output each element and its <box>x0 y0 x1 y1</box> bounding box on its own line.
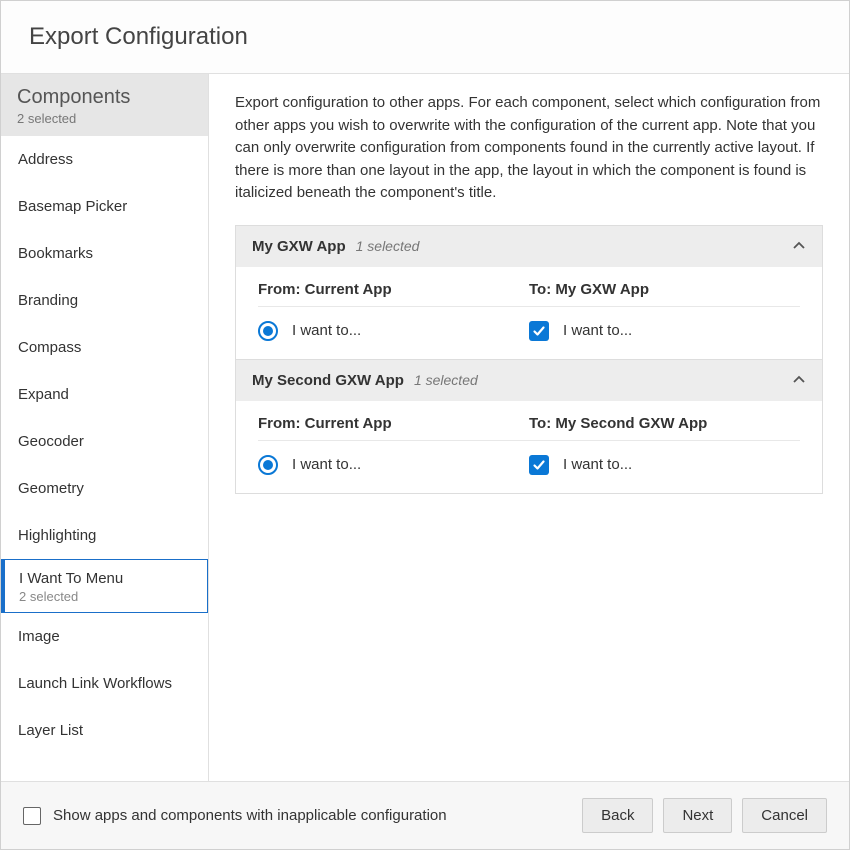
from-header: From: Current App <box>258 281 529 307</box>
description-text: Export configuration to other apps. For … <box>235 92 823 205</box>
dialog-footer: Show apps and components with inapplicab… <box>1 781 849 849</box>
to-header: To: My GXW App <box>529 281 800 307</box>
sidebar-item[interactable]: Geocoder <box>1 418 208 465</box>
back-button[interactable]: Back <box>582 798 653 833</box>
sidebar-item-label: Layer List <box>18 722 191 739</box>
from-header: From: Current App <box>258 415 529 441</box>
to-option-label: I want to... <box>563 456 632 473</box>
app-panel: My Second GXW App 1 selected From: Current… <box>235 360 823 494</box>
sidebar-item-label: Image <box>18 628 191 645</box>
sidebar-item[interactable]: Highlighting <box>1 512 208 559</box>
sidebar-item[interactable]: Branding <box>1 277 208 324</box>
sidebar-item-label: Geocoder <box>18 433 191 450</box>
sidebar-item[interactable]: Geometry <box>1 465 208 512</box>
chevron-up-icon <box>792 373 806 387</box>
sidebar-item[interactable]: Basemap Picker <box>1 183 208 230</box>
export-configuration-dialog: Export Configuration Components 2 select… <box>0 0 850 850</box>
checkbox-checked-icon[interactable] <box>529 455 549 475</box>
sidebar-item-label: Bookmarks <box>18 245 191 262</box>
sidebar-item-label: Compass <box>18 339 191 356</box>
sidebar-item[interactable]: Bookmarks <box>1 230 208 277</box>
footer-buttons: Back Next Cancel <box>582 798 827 833</box>
main-content: Export configuration to other apps. For … <box>209 74 849 781</box>
sidebar-item-label: Geometry <box>18 480 191 497</box>
dialog-title: Export Configuration <box>29 23 821 51</box>
show-inapplicable-text: Show apps and components with inapplicab… <box>53 807 447 824</box>
next-button[interactable]: Next <box>663 798 732 833</box>
sidebar-header: Components 2 selected <box>1 74 208 136</box>
sidebar-item-label: Address <box>18 151 191 168</box>
sidebar-item[interactable]: Address <box>1 136 208 183</box>
to-option[interactable]: I want to... <box>529 321 800 341</box>
sidebar-item[interactable]: Expand <box>1 371 208 418</box>
sidebar-item[interactable]: Image <box>1 613 208 660</box>
sidebar-list[interactable]: Address Basemap Picker Bookmarks Branding Co… <box>1 136 208 781</box>
sidebar-item-label: Expand <box>18 386 191 403</box>
panel-count: 1 selected <box>414 372 478 388</box>
to-option[interactable]: I want to... <box>529 455 800 475</box>
sidebar-item-label: Branding <box>18 292 191 309</box>
sidebar-item[interactable]: Launch Link Workflows <box>1 660 208 707</box>
panel-body: From: Current App I want to... To: My Seco… <box>236 401 822 493</box>
sidebar-item-sublabel: 2 selected <box>19 589 191 604</box>
panel-name: My GXW App <box>252 238 346 255</box>
to-option-label: I want to... <box>563 322 632 339</box>
dialog-body: Components 2 selected Address Basemap Pic… <box>1 74 849 781</box>
panel-count: 1 selected <box>356 238 420 254</box>
components-sidebar: Components 2 selected Address Basemap Pic… <box>1 74 209 781</box>
from-option-label: I want to... <box>292 456 361 473</box>
panel-header[interactable]: My GXW App 1 selected <box>236 226 822 267</box>
show-inapplicable-label[interactable]: Show apps and components with inapplicab… <box>23 807 447 825</box>
sidebar-item[interactable]: Layer List <box>1 707 208 754</box>
sidebar-item[interactable]: Compass <box>1 324 208 371</box>
checkbox-checked-icon[interactable] <box>529 321 549 341</box>
show-inapplicable-checkbox[interactable] <box>23 807 41 825</box>
radio-selected-icon[interactable] <box>258 455 278 475</box>
from-option[interactable]: I want to... <box>258 321 529 341</box>
radio-selected-icon[interactable] <box>258 321 278 341</box>
from-option-label: I want to... <box>292 322 361 339</box>
sidebar-item-label: I Want To Menu <box>19 570 191 587</box>
dialog-titlebar: Export Configuration <box>1 1 849 74</box>
sidebar-item[interactable]: I Want To Menu 2 selected <box>1 559 208 613</box>
sidebar-item-label: Launch Link Workflows <box>18 675 191 692</box>
sidebar-title: Components <box>17 86 192 109</box>
panel-body: From: Current App I want to... To: My GXW … <box>236 267 822 359</box>
sidebar-subtitle: 2 selected <box>17 111 192 126</box>
chevron-up-icon <box>792 239 806 253</box>
panel-name: My Second GXW App <box>252 372 404 389</box>
from-option[interactable]: I want to... <box>258 455 529 475</box>
sidebar-item-label: Basemap Picker <box>18 198 191 215</box>
sidebar-item-label: Highlighting <box>18 527 191 544</box>
panel-header[interactable]: My Second GXW App 1 selected <box>236 360 822 401</box>
cancel-button[interactable]: Cancel <box>742 798 827 833</box>
to-header: To: My Second GXW App <box>529 415 800 441</box>
app-panel: My GXW App 1 selected From: Current App I w… <box>235 225 823 360</box>
app-panels: My GXW App 1 selected From: Current App I w… <box>235 225 823 494</box>
